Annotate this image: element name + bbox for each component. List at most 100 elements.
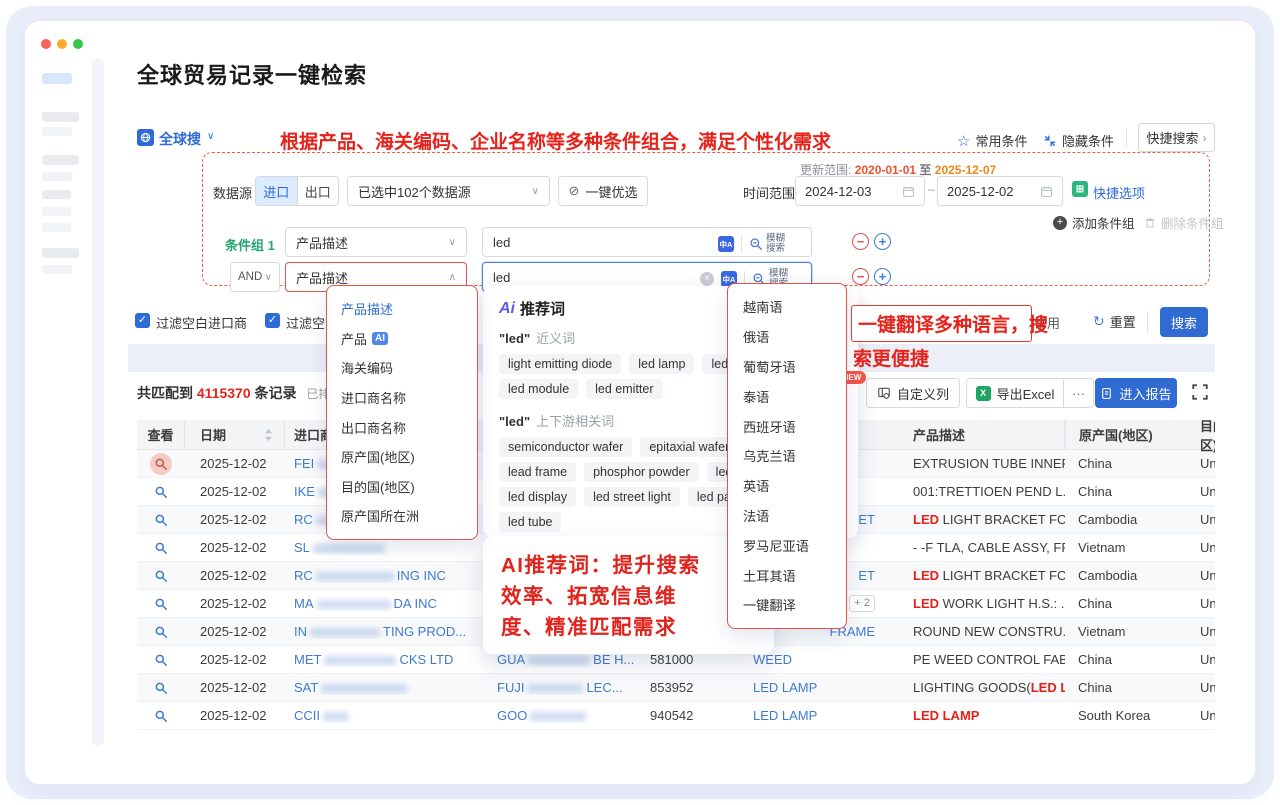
optimize-button[interactable]: ⊘ 一键优选 [558,176,648,206]
suggestion-tag[interactable]: led street light [584,487,680,507]
suggestion-tag[interactable]: semiconductor wafer [499,437,632,457]
keyword-link[interactable]: WEED [753,652,792,667]
field-select-row1[interactable]: 产品描述 ∨ [285,227,467,257]
remove-group-button[interactable]: 删除条件组 [1144,213,1224,232]
company-name[interactable]: FUJILEC... [497,680,623,695]
suggestion-tag[interactable]: led emitter [586,379,662,399]
sidebar-item[interactable] [42,127,72,136]
sidebar-item-active[interactable] [42,73,72,84]
view-details-icon[interactable] [150,509,172,531]
field-option[interactable]: 产品AI [327,324,477,354]
close-window-icon[interactable] [41,39,51,49]
field-option[interactable]: 目的国(地区) [327,472,477,502]
company-name[interactable]: INTING PROD... [294,624,466,639]
add-condition-icon[interactable]: + [874,233,891,250]
company-name[interactable]: CCII [294,708,352,723]
maximize-window-icon[interactable] [73,39,83,49]
field-option[interactable]: 海关编码 [327,353,477,383]
sidebar-item[interactable] [42,112,79,122]
company-name[interactable]: GUABE H... [497,652,634,667]
view-details-icon[interactable] [150,481,172,503]
logic-operator-select[interactable]: AND ∨ [230,262,280,292]
sidebar-item[interactable] [42,223,71,232]
view-details-icon[interactable] [150,705,172,727]
scope-selector[interactable]: 全球搜 [159,129,201,149]
view-details-icon[interactable] [150,565,172,587]
remove-condition-icon[interactable]: − [852,233,869,250]
translate-icon[interactable]: 中A [718,236,734,252]
sidebar-item[interactable] [42,248,79,258]
language-option[interactable]: 一键翻译 [728,590,846,620]
view-details-icon[interactable] [150,537,172,559]
field-option[interactable]: 产品描述 [327,294,477,324]
suggestion-tag[interactable]: epitaxial wafer [640,437,738,457]
table-row[interactable]: 2025-12-02CCIIGOO940542LED LAMPLED LAMPS… [137,702,1215,730]
language-option[interactable]: 乌克兰语 [728,441,846,471]
language-option[interactable]: 越南语 [728,292,846,322]
suggestion-tag[interactable]: lead frame [499,462,576,482]
date-from-input[interactable]: 2024-12-03 [795,176,925,206]
keyword-link[interactable]: ET [858,512,875,527]
field-option[interactable]: 出口商名称 [327,412,477,442]
suggestion-tag[interactable]: light emitting diode [499,354,621,374]
sidebar-item[interactable] [42,265,72,274]
view-details-icon[interactable] [150,677,172,699]
language-option[interactable]: 罗马尼亚语 [728,530,846,560]
language-option[interactable]: 葡萄牙语 [728,352,846,382]
company-name[interactable]: RCING INC [294,568,446,583]
field-option[interactable]: 进口商名称 [327,383,477,413]
add-group-button[interactable]: + 添加条件组 [1053,213,1135,232]
sidebar-item[interactable] [42,190,71,199]
enter-report-button[interactable]: 进入报告 [1095,378,1177,408]
datasource-select[interactable]: 已选中102个数据源 ∨ [347,176,550,206]
export-excel-button[interactable]: X 导出Excel [966,378,1064,408]
company-name[interactable]: SAT [294,680,410,695]
clear-input-icon[interactable]: × [700,272,714,286]
tab-import[interactable]: 进口 [256,177,297,205]
search-button[interactable]: 搜索 [1160,307,1208,337]
language-option[interactable]: 土耳其语 [728,560,846,590]
field-option[interactable]: 原产国(地区) [327,442,477,472]
chevron-down-icon[interactable]: ∨ [207,131,214,142]
fuzzy-search-toggle[interactable]: 模糊搜索 [749,234,785,254]
language-option[interactable]: 英语 [728,471,846,501]
suggestion-tag[interactable]: led module [499,379,578,399]
sidebar-item[interactable] [42,207,71,216]
reset-button[interactable]: ↻ 重置 [1093,312,1136,331]
checkbox-filter-importer[interactable]: ✓ [135,313,150,328]
sidebar-item[interactable] [42,155,79,165]
tab-export[interactable]: 出口 [297,177,339,205]
more-export-options-button[interactable]: ··· [1064,378,1094,408]
view-details-icon[interactable] [150,649,172,671]
keyword-link[interactable]: LED LAMP [753,708,817,723]
hide-conditions-button[interactable]: 隐藏条件 [1043,131,1114,150]
favorite-conditions-button[interactable]: ☆ 常用条件 [957,131,1027,150]
company-name[interactable]: GOO [497,708,589,723]
keyword-link[interactable]: ET [858,568,875,583]
minimize-window-icon[interactable] [57,39,67,49]
suggestion-tag[interactable]: led tube [499,512,561,532]
customize-columns-button[interactable]: 自定义列 [866,378,960,408]
suggestion-tag[interactable]: phosphor powder [584,462,699,482]
language-option[interactable]: 西班牙语 [728,411,846,441]
checkbox-filter-exporter[interactable]: ✓ [265,313,280,328]
view-details-icon[interactable] [150,593,172,615]
language-option[interactable]: 俄语 [728,322,846,352]
company-name[interactable]: METCKS LTD [294,652,453,667]
add-condition-icon[interactable]: + [874,268,891,285]
quick-search-button[interactable]: 快捷搜索 › [1138,123,1215,152]
date-to-input[interactable]: 2025-12-02 [937,176,1063,206]
sidebar-item[interactable] [42,172,72,181]
keyword-link[interactable]: LED LAMP [753,680,817,695]
view-details-icon[interactable] [150,621,172,643]
sort-icon[interactable] [264,428,273,442]
table-row[interactable]: 2025-12-02SATFUJILEC...853952LED LAMPLIG… [137,674,1215,702]
suggestion-tag[interactable]: led lamp [629,354,694,374]
fullscreen-icon[interactable] [1191,383,1209,401]
quick-options-link[interactable]: 快捷选项 [1093,183,1145,202]
more-keywords-chip[interactable]: + 2 [849,595,875,612]
remove-condition-icon[interactable]: − [852,268,869,285]
company-name[interactable]: MADA INC [294,596,437,611]
field-option[interactable]: 原产国所在洲 [327,501,477,531]
view-details-icon[interactable] [150,453,172,475]
